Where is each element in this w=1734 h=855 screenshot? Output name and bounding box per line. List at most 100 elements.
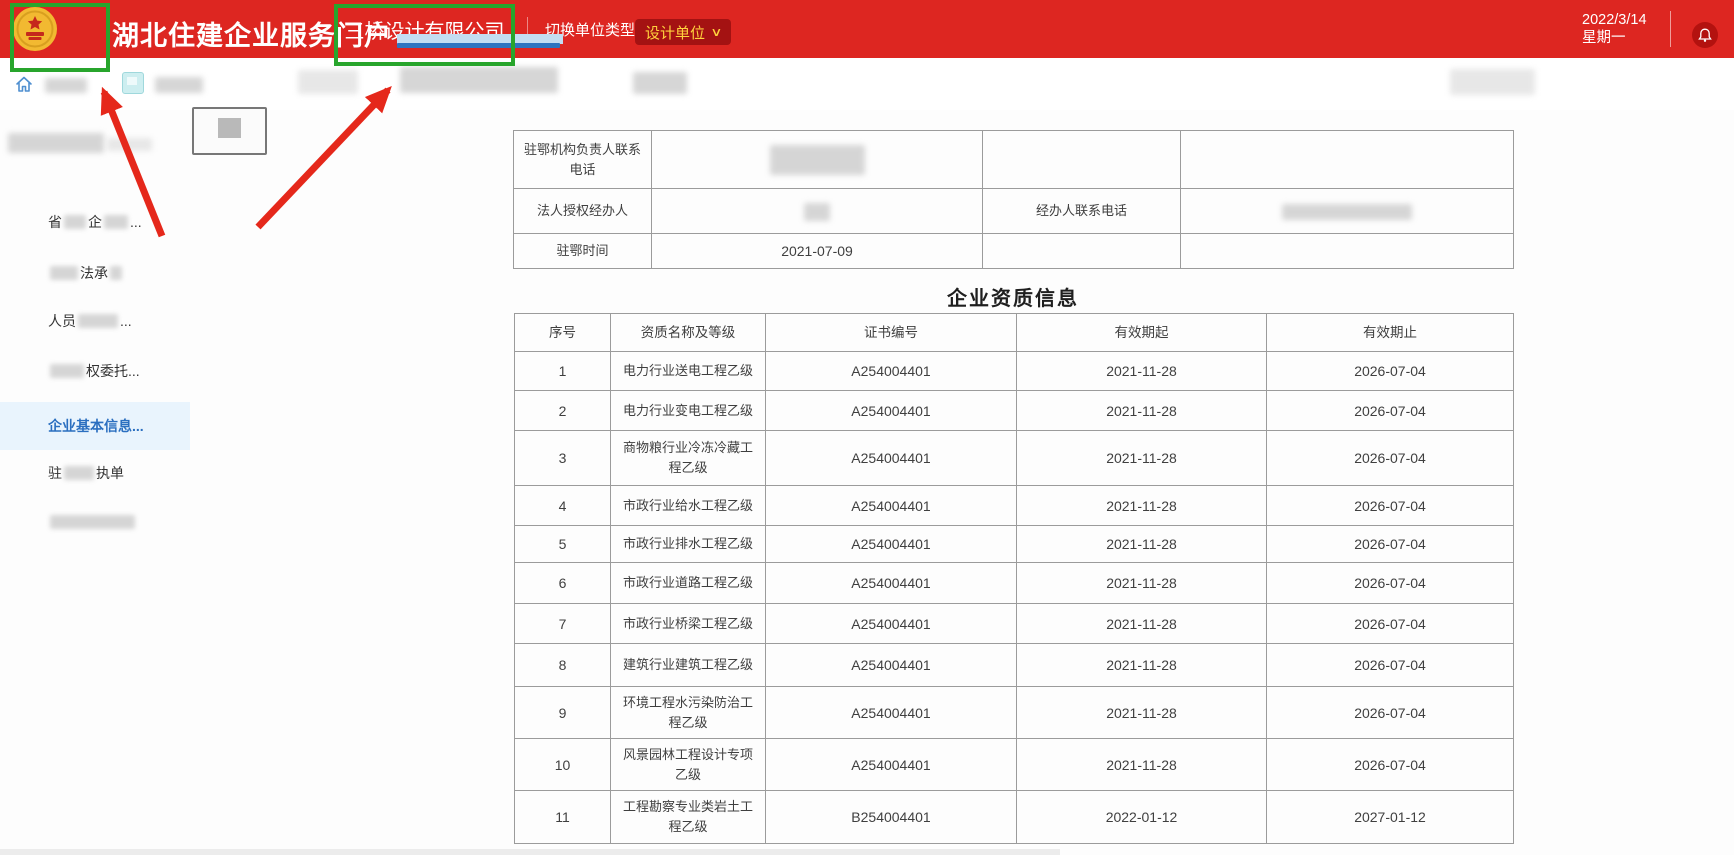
blurred-value [1282, 204, 1412, 220]
qual-cell-num: 8 [515, 644, 611, 687]
qual-cell-date: 2026-07-04 [1267, 352, 1514, 391]
sidebar-item-company-basic-info[interactable]: 企业基本信息... [0, 402, 190, 450]
qual-table-header-row: 序号资质名称及等级证书编号有效期起有效期止 [515, 314, 1514, 352]
sidebar-item-2[interactable]: 法承 [0, 256, 190, 290]
qual-column-header: 资质名称及等级 [611, 314, 766, 352]
sidebar-item-7[interactable] [0, 505, 190, 539]
qual-cell-date: 2026-07-04 [1267, 644, 1514, 687]
qual-cell-cert: A254004401 [766, 352, 1017, 391]
qual-column-header: 证书编号 [766, 314, 1017, 352]
tab-2-blurred[interactable] [155, 77, 203, 93]
blurred-text [50, 364, 84, 378]
qual-cell-date: 2026-07-04 [1267, 739, 1514, 791]
blurred-text [64, 466, 94, 480]
unit-type-dropdown[interactable]: 设计单位 ∨ [635, 19, 731, 45]
qual-table-row: 2电力行业变电工程乙级A2540044012021-11-282026-07-0… [515, 391, 1514, 431]
bell-icon [1698, 28, 1712, 43]
info-value: 2021-07-09 [652, 234, 983, 269]
info-label [983, 234, 1181, 269]
header-divider [1670, 11, 1671, 47]
app-header: 湖北住建企业服务门户 三桥设计有限公司 切换单位类型： 设计单位 ∨ 2022/… [0, 0, 1734, 58]
blurred-text [104, 215, 128, 229]
qual-table-row: 1电力行业送电工程乙级A2540044012021-11-282026-07-0… [515, 352, 1514, 391]
qual-column-header: 序号 [515, 314, 611, 352]
qual-cell-name: 电力行业变电工程乙级 [611, 391, 766, 431]
tab-3-blurred[interactable] [298, 70, 358, 94]
qual-table-row: 3商物粮行业冷冻冷藏工程乙级A2540044012021-11-282026-0… [515, 431, 1514, 486]
qual-cell-name: 工程勘察专业类岩土工程乙级 [611, 791, 766, 844]
sidebar-item-4[interactable]: 权委托... [0, 354, 190, 388]
broken-image-icon [218, 118, 241, 138]
blurred-text [50, 266, 78, 280]
qual-table-row: 5市政行业排水工程乙级A2540044012021-11-282026-07-0… [515, 526, 1514, 563]
qual-cell-num: 11 [515, 791, 611, 844]
qual-cell-cert: A254004401 [766, 739, 1017, 791]
qual-cell-date: 2022-01-12 [1017, 791, 1267, 844]
info-label: 驻鄂机构负责人联系电话 [514, 131, 652, 189]
qual-cell-cert: A254004401 [766, 563, 1017, 604]
qual-cell-num: 10 [515, 739, 611, 791]
qual-cell-date: 2026-07-04 [1267, 687, 1514, 739]
qual-cell-cert: A254004401 [766, 644, 1017, 687]
date-text: 2022/3/14 [1582, 11, 1647, 29]
tab-5-blurred[interactable] [633, 72, 687, 94]
blurred-value [770, 145, 865, 175]
sidebar-item-1[interactable]: 省企... [0, 205, 190, 239]
qual-cell-cert: A254004401 [766, 526, 1017, 563]
top-tab-bar [0, 58, 1734, 110]
chevron-down-icon: ∨ [710, 25, 722, 39]
qualification-table: 序号资质名称及等级证书编号有效期起有效期止 1电力行业送电工程乙级A254004… [514, 313, 1514, 844]
qual-table-row: 10风景园林工程设计专项乙级A2540044012021-11-282026-0… [515, 739, 1514, 791]
info-label: 法人授权经办人 [514, 189, 652, 234]
bottom-edge-strip [0, 849, 1060, 855]
tab-active-blurred[interactable] [400, 67, 558, 93]
sidebar-menu: 省企... 法承 人员... 权委托... 企业基本信息... 驻执单 [0, 110, 190, 855]
sidebar-item-text: 驻 [48, 463, 62, 483]
blurred-text [50, 515, 135, 529]
date-display: 2022/3/14 星期一 [1582, 11, 1647, 47]
tab-right-blurred[interactable] [1450, 69, 1535, 95]
qual-cell-date: 2021-11-28 [1017, 352, 1267, 391]
qual-cell-num: 7 [515, 604, 611, 644]
sidebar-item-text: ... [130, 214, 142, 230]
document-icon[interactable] [122, 72, 144, 94]
sidebar-item-6[interactable]: 驻执单 [0, 456, 190, 490]
qual-cell-cert: A254004401 [766, 391, 1017, 431]
sidebar-item-text: 人员 [48, 311, 76, 331]
blurred-value [804, 203, 830, 221]
info-value [1181, 234, 1514, 269]
qual-cell-date: 2026-07-04 [1267, 563, 1514, 604]
blurred-text [64, 215, 86, 229]
home-icon[interactable] [14, 74, 34, 94]
qual-cell-name: 风景园林工程设计专项乙级 [611, 739, 766, 791]
qual-cell-num: 1 [515, 352, 611, 391]
qual-cell-date: 2026-07-04 [1267, 604, 1514, 644]
sidebar-item-3[interactable]: 人员... [0, 304, 190, 338]
qual-cell-name: 市政行业排水工程乙级 [611, 526, 766, 563]
info-label [983, 131, 1181, 189]
qual-cell-date: 2026-07-04 [1267, 391, 1514, 431]
notification-bell-button[interactable] [1692, 22, 1718, 48]
qual-cell-date: 2021-11-28 [1017, 739, 1267, 791]
qual-cell-num: 5 [515, 526, 611, 563]
qual-cell-date: 2021-11-28 [1017, 563, 1267, 604]
qual-column-header: 有效期止 [1267, 314, 1514, 352]
qual-cell-cert: A254004401 [766, 604, 1017, 644]
info-value-blurred [1181, 189, 1514, 234]
unit-type-value: 设计单位 [645, 22, 705, 43]
company-contact-table: 驻鄂机构负责人联系电话 法人授权经办人 经办人联系电话 驻鄂时间 2021-07… [513, 130, 1514, 269]
qual-cell-cert: A254004401 [766, 687, 1017, 739]
sidebar-item-text: 企业基本信息... [48, 416, 144, 436]
info-value-blurred [652, 131, 983, 189]
image-placeholder-box [192, 107, 267, 155]
blurred-text [110, 266, 122, 280]
annotation-green-box-logo [10, 3, 110, 72]
qual-cell-name: 电力行业送电工程乙级 [611, 352, 766, 391]
qual-cell-cert: B254004401 [766, 791, 1017, 844]
sidebar-item-text: ... [120, 313, 132, 329]
qual-cell-name: 环境工程水污染防治工程乙级 [611, 687, 766, 739]
sidebar-item-text: 企 [88, 212, 102, 232]
table-row: 驻鄂机构负责人联系电话 [514, 131, 1514, 189]
info-label: 驻鄂时间 [514, 234, 652, 269]
tab-home-label-blurred[interactable] [45, 78, 87, 93]
